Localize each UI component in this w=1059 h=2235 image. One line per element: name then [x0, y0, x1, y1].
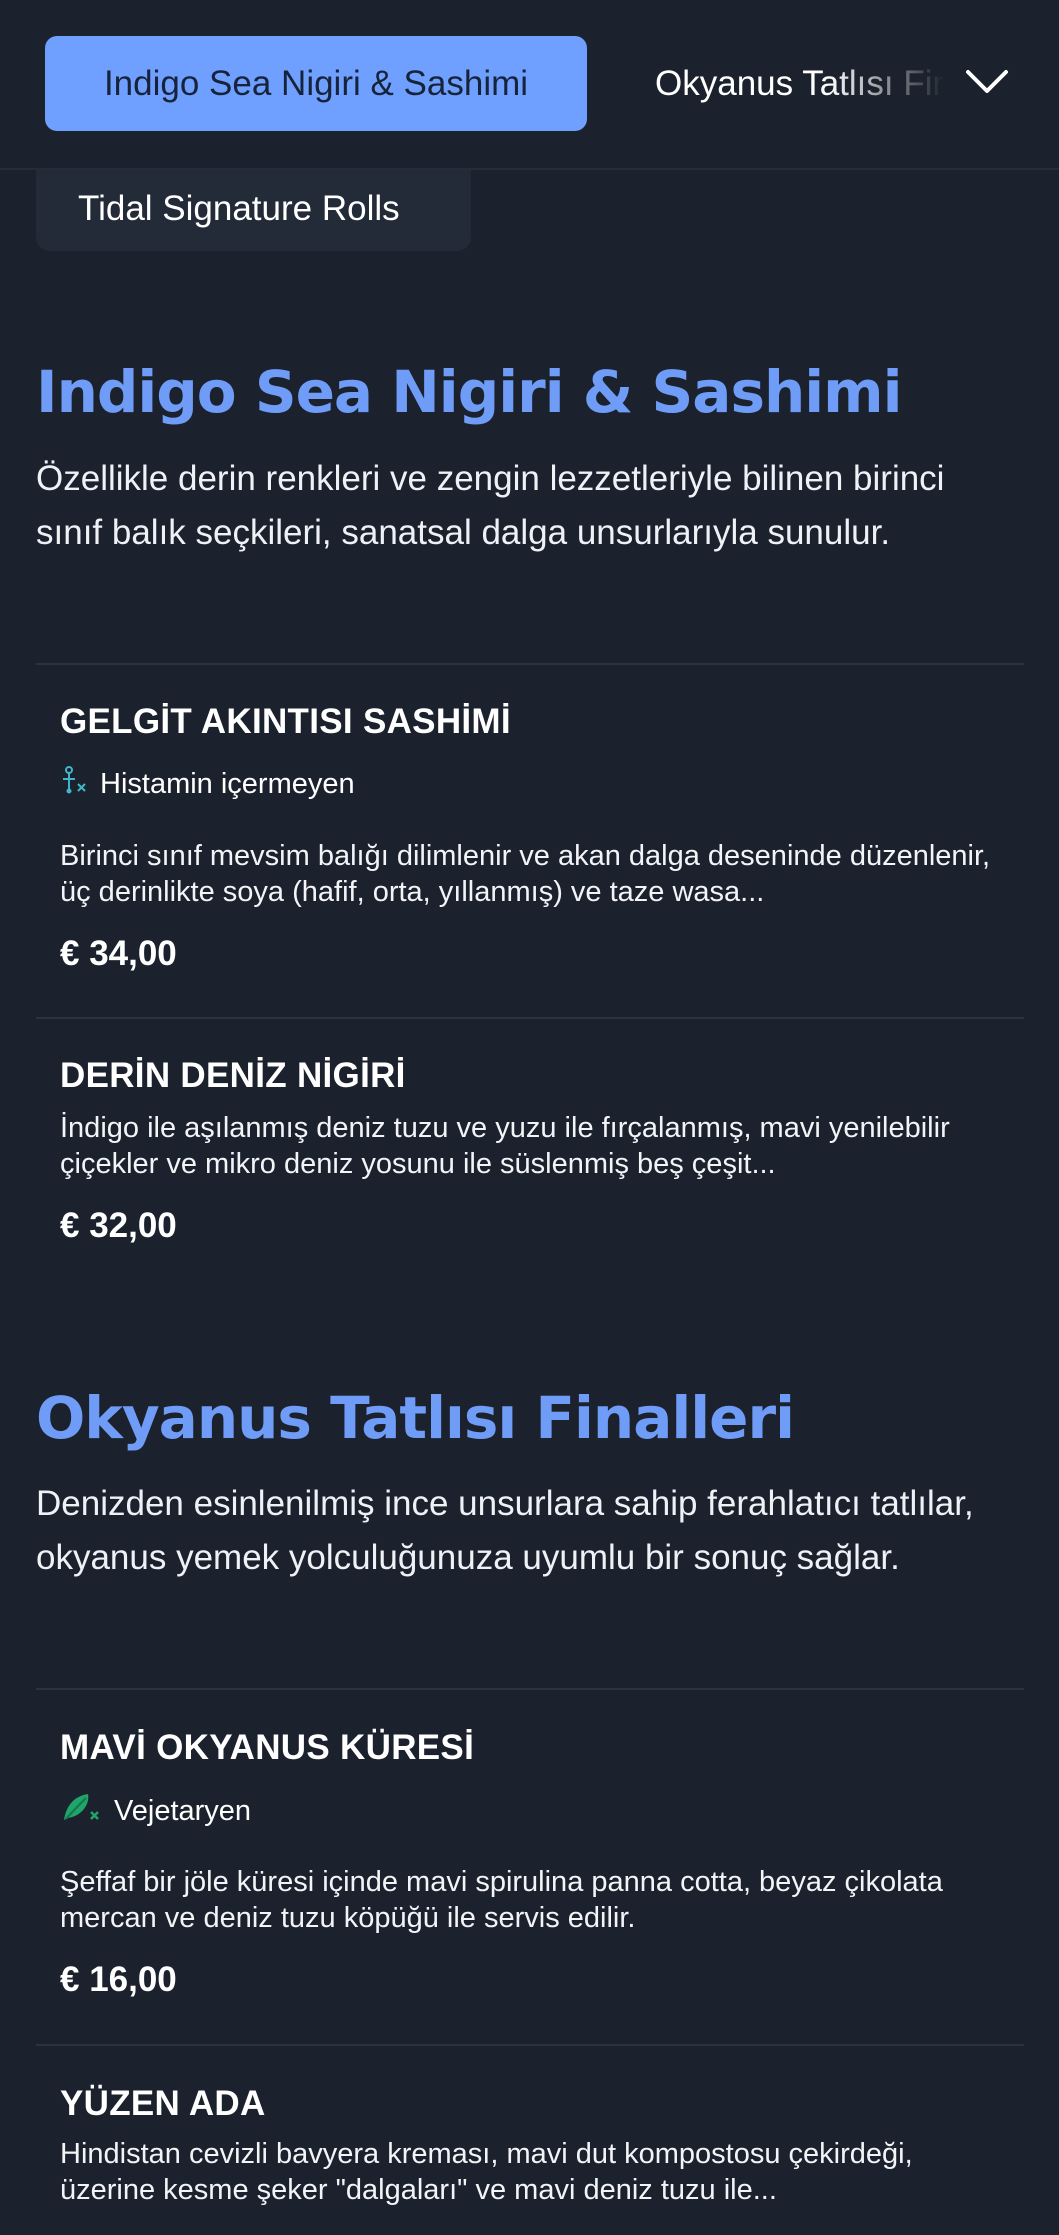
- dietary-tag: Vejetaryen: [60, 1790, 251, 1832]
- category-nav: Indigo Sea Nigiri & Sashimi Okyanus Tatl…: [0, 0, 1059, 170]
- tab-indigo-sea-nigiri-sashimi[interactable]: Indigo Sea Nigiri & Sashimi: [45, 36, 587, 131]
- item-description: Birinci sınıf mevsim balığı dilimlenir v…: [60, 840, 991, 908]
- tab-tidal-signature-rolls[interactable]: Tidal Signature Rolls: [36, 166, 471, 251]
- item-name: GELGİT AKINTISI SASHİMİ: [60, 702, 511, 741]
- dietary-tag-label: Histamin içermeyen: [100, 767, 355, 800]
- chevron-down-icon[interactable]: [962, 62, 1012, 102]
- item-price: € 16,00: [60, 1960, 177, 1999]
- item-price: € 32,00: [60, 1206, 177, 1245]
- divider: [36, 663, 1024, 665]
- section-description: Özellikle derin renkleri ve zengin lezze…: [36, 459, 945, 552]
- divider: [36, 1688, 1024, 1690]
- histamine-free-icon: [60, 765, 88, 803]
- dietary-tag: Histamin içermeyen: [60, 765, 355, 803]
- section-title: Indigo Sea Nigiri & Sashimi: [36, 358, 902, 426]
- item-description: Hindistan cevizli bavyera kreması, mavi …: [60, 2138, 913, 2206]
- section-title: Okyanus Tatlısı Finalleri: [36, 1384, 795, 1452]
- divider: [36, 1017, 1024, 1019]
- vegetarian-icon: [60, 1790, 102, 1832]
- section-description: Denizden esinlenilmiş ince unsurlara sah…: [36, 1484, 974, 1577]
- divider: [36, 2044, 1024, 2046]
- item-description: Şeffaf bir jöle küresi içinde mavi spiru…: [60, 1866, 943, 1934]
- item-name: DERİN DENİZ NİGİRİ: [60, 1056, 406, 1095]
- item-description: İndigo ile aşılanmış deniz tuzu ve yuzu …: [60, 1112, 950, 1180]
- dietary-tag-label: Vejetaryen: [114, 1794, 252, 1827]
- tab-okyanus-tatlisi-finalleri[interactable]: Okyanus Tatlısı Finalleri: [655, 36, 945, 131]
- item-name: MAVİ OKYANUS KÜRESİ: [60, 1728, 475, 1767]
- item-price: € 34,00: [60, 934, 177, 973]
- item-name: YÜZEN ADA: [60, 2084, 266, 2123]
